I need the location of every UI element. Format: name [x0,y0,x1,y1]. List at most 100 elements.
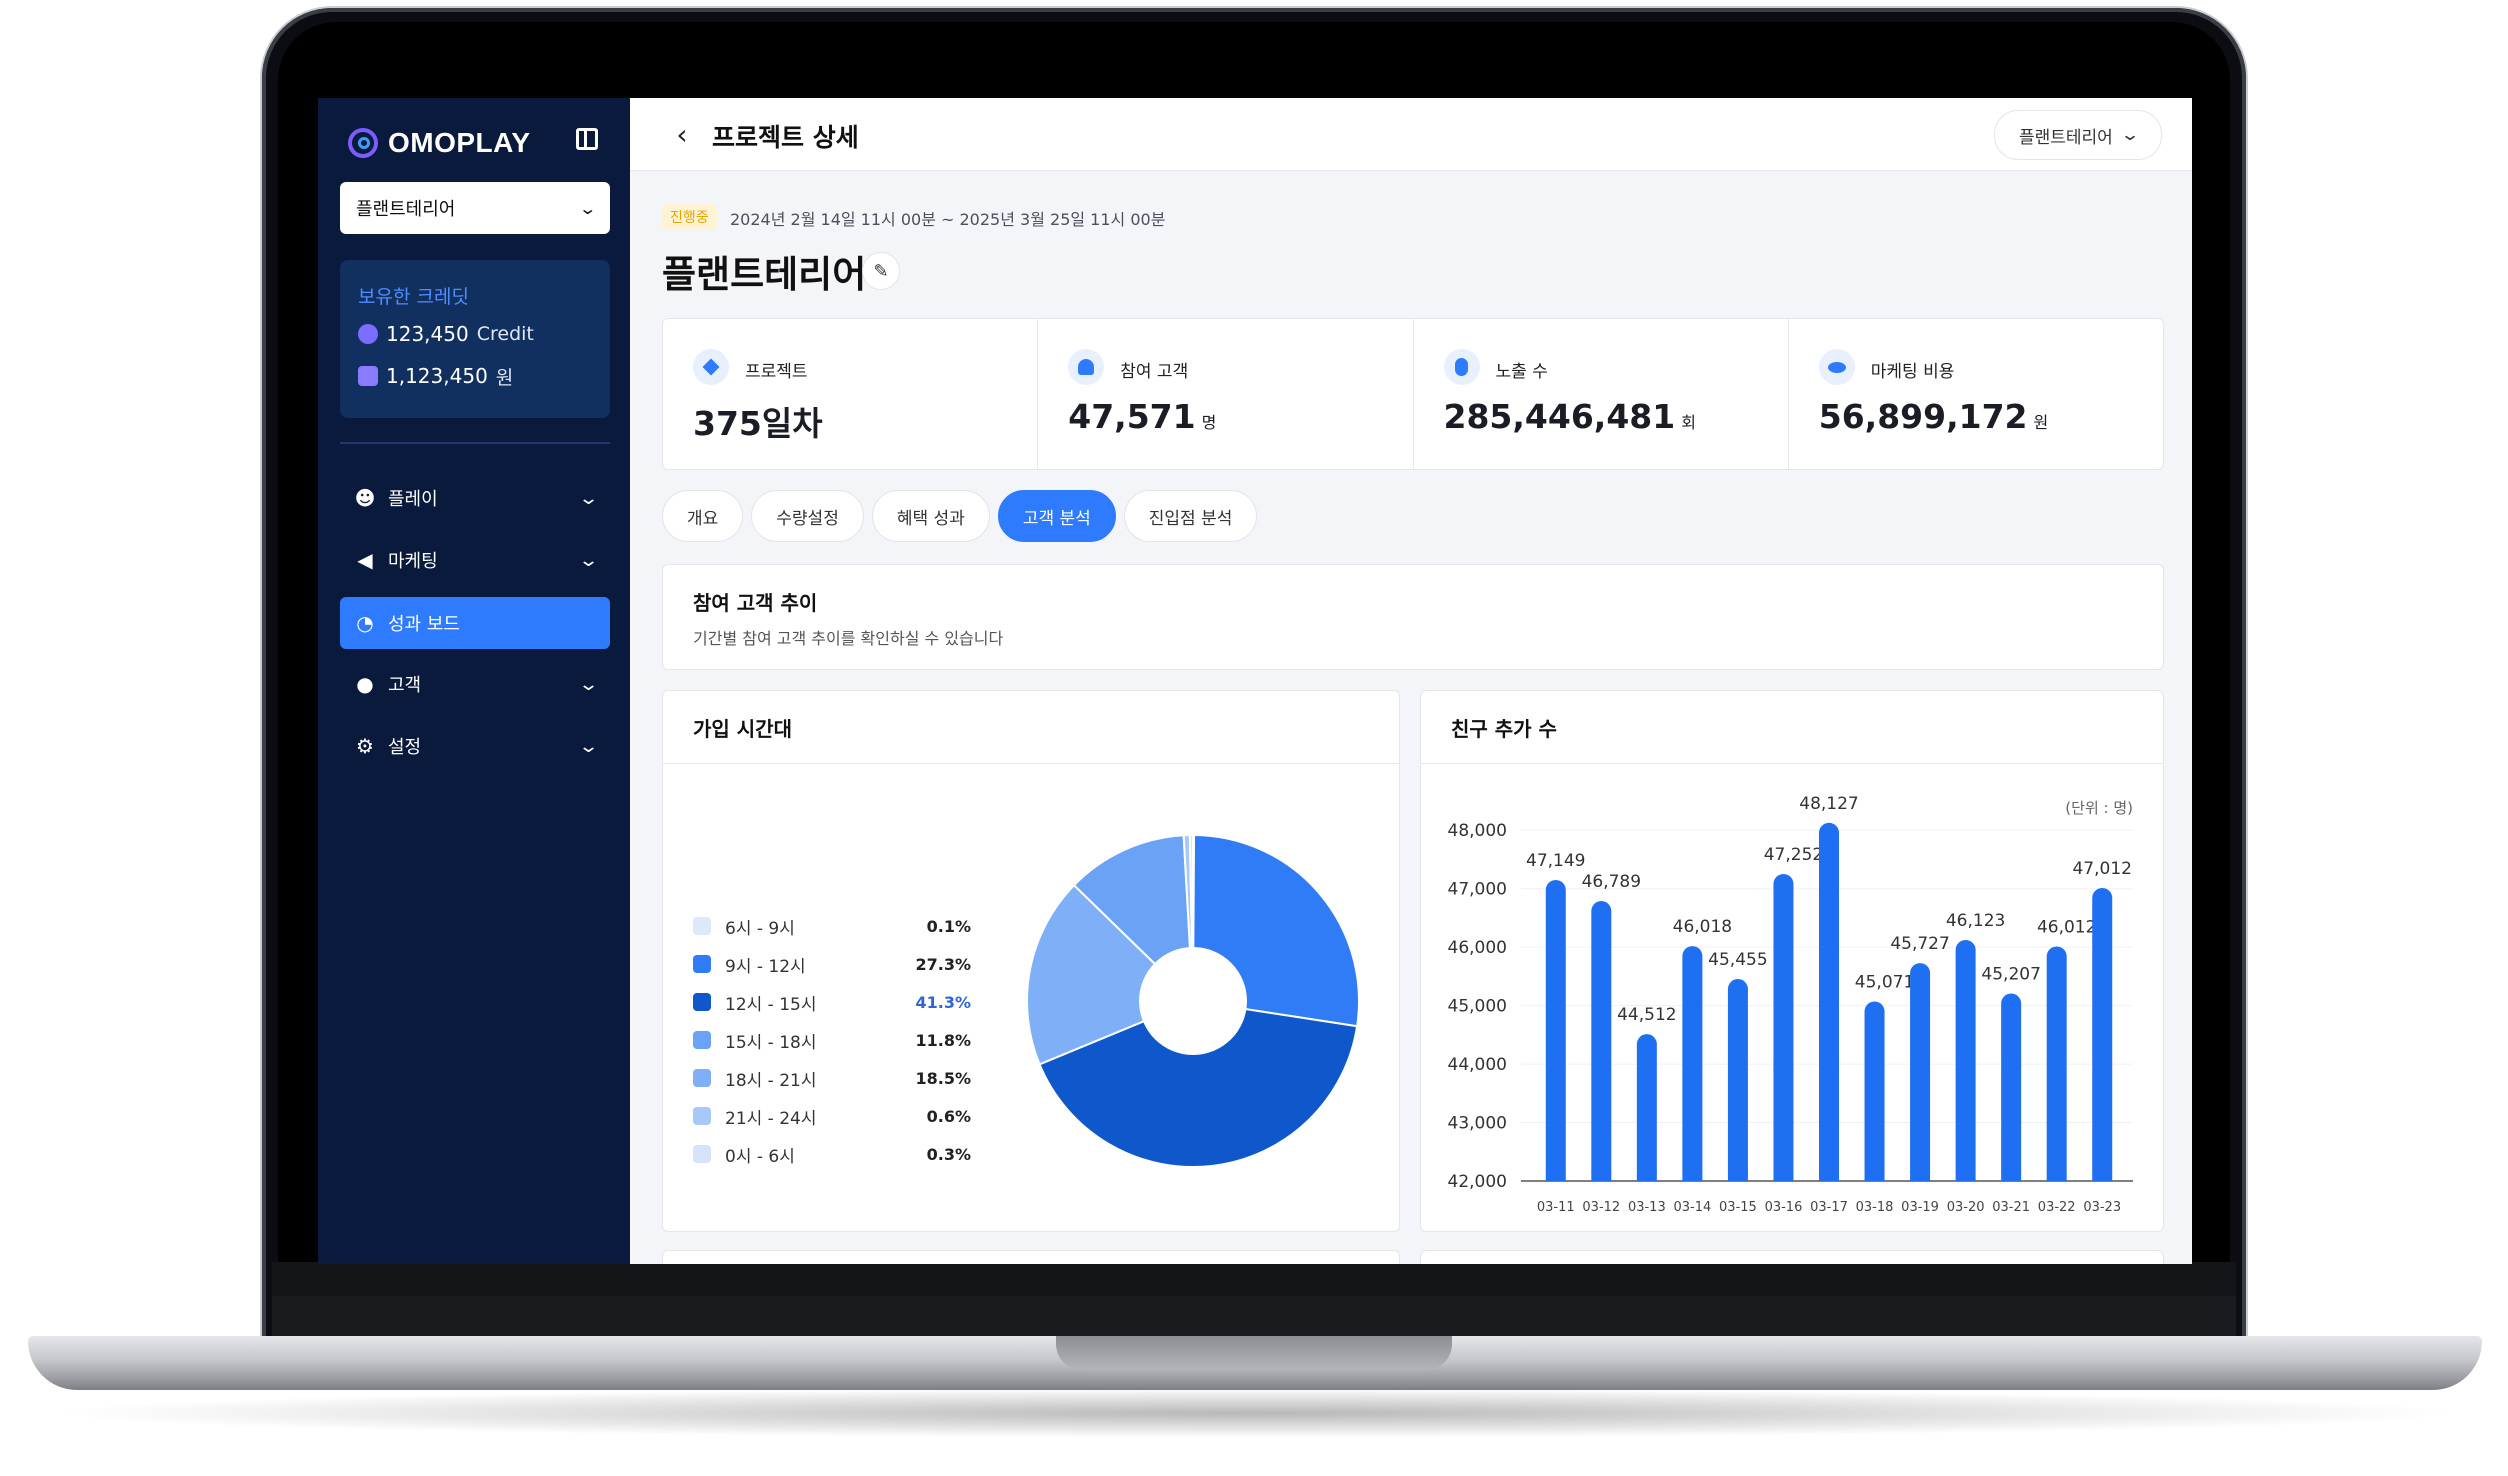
legend-swatch [693,917,711,935]
tab-benefit-performance[interactable]: 혜택 성과 [871,490,990,542]
stat-unit: 원 [2033,413,2049,432]
bar[interactable] [2001,993,2022,1181]
x-tick-label: 03-15 [1719,1200,1757,1215]
stat-unit: 명 [1201,413,1217,432]
user-icon: ● [356,672,374,696]
x-tick-label: 03-11 [1537,1200,1575,1215]
top-bar: ‹ 프로젝트 상세 플랜트테리어 ⌄ [630,98,2192,171]
sidebar-item-settings[interactable]: ⚙ 설정 ⌄ [340,720,610,772]
legend-label: 21시 - 24시 [725,1108,817,1129]
project-switch-select[interactable]: 플랜트테리어 ⌄ [1994,110,2162,160]
stats-summary: 프로젝트 375일차 참여 고객 47,571 명 노출 수 285,446,48… [662,318,2164,470]
stat-number: 285,446,481 [1443,397,1676,436]
x-tick-label: 03-14 [1673,1200,1711,1215]
stat-unit: 회 [1681,413,1696,432]
chevron-down-icon: ⌄ [577,198,597,218]
project-select[interactable]: 플랜트테리어 ⌄ [340,182,610,234]
tab-bar: 개요 수량설정 혜택 성과 고객 분석 진입점 분석 [662,490,1258,542]
bar[interactable] [2046,946,2067,1181]
sidebar-item-marketing[interactable]: ◀ 마케팅 ⌄ [340,534,610,586]
project-switch-value: 플랜트테리어 [2018,127,2113,148]
x-tick-label: 03-13 [1628,1200,1666,1215]
x-tick-label: 03-18 [1856,1200,1894,1215]
legend-percent: 27.3% [915,954,971,974]
bar-base [2092,1171,2113,1181]
bar-base [2046,1171,2067,1181]
chevron-down-icon: ⌄ [577,673,600,695]
chevron-down-icon: ⌄ [577,735,600,757]
bar-value-label: 47,252 [1764,845,1823,865]
bar-value-label: 47,149 [1526,851,1585,871]
legend-percent: 0.3% [926,1144,971,1164]
bar-value-label: 48,127 [1799,794,1858,814]
legend-label: 12시 - 15시 [725,994,817,1015]
tab-entry-point-analysis[interactable]: 진입점 분석 [1123,490,1258,542]
back-button[interactable]: ‹ [666,118,698,151]
bar[interactable] [1682,946,1703,1181]
x-tick-label: 03-22 [2038,1200,2076,1215]
bar[interactable] [1910,963,1931,1181]
stat-number: 56,899,172 [1818,397,2028,436]
bar[interactable] [1545,879,1566,1181]
bar[interactable] [1636,1034,1657,1181]
bar-base [1773,1171,1794,1181]
next-panel-right [1420,1250,2164,1264]
bar[interactable] [1819,822,1839,1181]
laptop-notch [1056,1336,1452,1370]
legend-label: 9시 - 12시 [725,956,806,977]
stat-impressions: 노출 수 285,446,481 회 [1414,319,1789,469]
sidebar-item-play[interactable]: ☻ 플레이 ⌄ [340,472,610,524]
stat-number: 47,571 [1068,397,1196,436]
sidebar-item-performance-board[interactable]: ◔ 성과 보드 [340,597,610,649]
signup-time-donut-chart [1026,833,1360,1168]
bar[interactable] [1864,1001,1885,1181]
pencil-icon: ✎ [873,260,889,282]
panel-header: 가입 시간대 [663,691,1399,764]
bar[interactable] [2092,887,2113,1181]
bar[interactable] [1955,939,1976,1181]
logo-icon [348,128,378,158]
y-tick-label: 42,000 [1448,1172,1507,1192]
tab-overview[interactable]: 개요 [662,490,744,542]
stat-project-days: 프로젝트 375일차 [663,319,1039,469]
bar-base [1864,1171,1885,1181]
credit-unit: Credit [476,323,534,345]
legend-item: 0시 - 6시 0.3% [693,1139,971,1169]
chevron-down-icon: ⌄ [577,487,600,509]
x-tick-label: 03-19 [1901,1200,1939,1215]
bar-value-label: 45,207 [1981,965,2040,985]
tab-customer-analysis[interactable]: 고객 분석 [997,490,1116,542]
legend-percent: 0.1% [926,916,971,936]
sidebar: OMOPLAY 플랜트테리어 ⌄ 보유한 크레딧 123,450 Credit … [318,98,630,1264]
bar-value-label: 45,455 [1708,950,1767,970]
credit-title: 보유한 크레딧 [358,286,469,308]
project-name: 플랜트테리어 [662,253,867,296]
friend-add-panel: 친구 추가 수 (단위 : 명) 42,000 43,000 44,000 45,00… [1420,690,2164,1232]
bar-value-label: 45,727 [1890,934,1949,954]
y-tick-label: 46,000 [1448,938,1507,958]
collapse-sidebar-button[interactable] [570,122,604,156]
stat-label: 프로젝트 [745,362,808,382]
brand-logo[interactable]: OMOPLAY [348,118,531,168]
legend-percent: 11.8% [915,1030,971,1050]
panel-header: 친구 추가 수 [1421,691,2163,764]
bar[interactable] [1773,873,1794,1181]
y-tick-label: 47,000 [1448,880,1507,900]
friend-add-bar-chart: 42,000 43,000 44,000 45,000 46,000 47,000 48,0… [1448,794,2133,1215]
won-balance: 1,123,450 원 [358,362,513,390]
tab-quantity-settings[interactable]: 수량설정 [751,490,864,542]
legend-percent: 0.6% [926,1106,971,1126]
sidebar-item-customer[interactable]: ● 고객 ⌄ [340,658,610,710]
legend-label: 0시 - 6시 [725,1146,795,1167]
bar[interactable] [1727,979,1748,1181]
bar[interactable] [1591,901,1612,1181]
legend-swatch [693,955,711,973]
x-tick-label: 03-17 [1810,1200,1848,1215]
edit-project-button[interactable]: ✎ [862,252,900,290]
panel-title: 친구 추가 수 [1451,717,1557,741]
legend-label: 18시 - 21시 [725,1070,817,1091]
stat-label: 마케팅 비용 [1870,362,1955,382]
stat-value: 47,571 명 [1068,397,1216,436]
won-unit: 원 [495,366,514,389]
legend-item: 15시 - 18시 11.8% [693,1025,971,1055]
